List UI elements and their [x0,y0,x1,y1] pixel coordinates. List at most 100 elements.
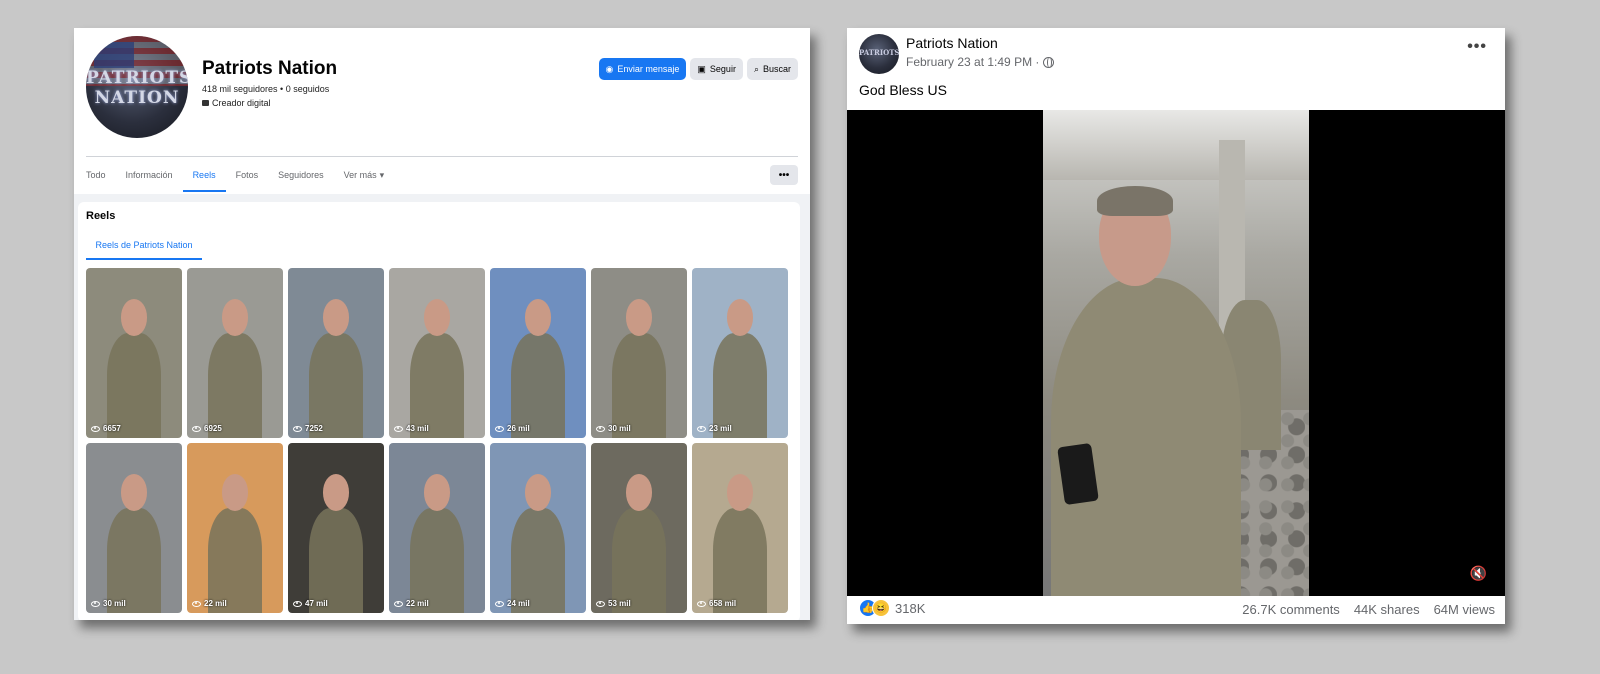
reel-view-count-label: 24 mil [507,599,530,608]
reel-view-count-label: 6925 [204,424,222,433]
tab-label: Seguidores [278,170,324,180]
mute-icon[interactable]: 🔇 [1470,565,1487,582]
reel-thumbnail[interactable]: 26 mil [490,268,586,438]
reel-thumbnail[interactable]: 24 mil [490,443,586,613]
reel-thumbnail-person-body [410,332,464,438]
avatar-logo-text-1: PATRIOTS [86,68,188,88]
reel-thumbnail-person-body [107,332,161,438]
reactions-summary[interactable]: 👍 😆 318K [859,599,925,617]
reel-view-count-label: 43 mil [406,424,429,433]
video-ceiling [1043,110,1309,180]
eye-icon [697,425,706,432]
comments-count[interactable]: 26.7K comments [1242,602,1340,617]
reel-thumbnail[interactable]: 6657 [86,268,182,438]
tab-reels[interactable]: Reels [182,158,226,192]
reel-thumbnail-person-head [221,473,249,511]
post-caption: God Bless US [859,82,947,98]
search-label: Buscar [762,64,791,74]
reel-thumbnail[interactable]: 22 mil [389,443,485,613]
messenger-icon: ◉ [605,63,614,74]
eye-icon [697,600,706,607]
reel-view-count-label: 658 mil [709,599,737,608]
reel-thumbnail[interactable]: 47 mil [288,443,384,613]
haha-reaction-icon: 😆 [872,599,890,617]
reel-thumbnail-person-head [625,298,653,336]
profile-header: PATRIOTS NATION Patriots Nation 418 mil … [74,28,810,156]
search-button[interactable]: ⌕ Buscar [746,58,798,80]
page-category-label: Creador digital [212,98,271,108]
page-category: Creador digital [202,98,271,108]
eye-icon [596,600,605,607]
more-options-button[interactable]: ••• [770,165,798,185]
reel-thumbnail-person-body [208,507,262,613]
reel-thumbnail-person-head [322,298,350,336]
reel-view-count: 22 mil [394,599,429,608]
reel-thumbnail-person-body [612,507,666,613]
reel-thumbnail-person-head [120,473,148,511]
reel-thumbnail-person-body [511,332,565,438]
reel-thumbnail-person-head [423,298,451,336]
tab-seguidores[interactable]: Seguidores [268,158,334,192]
reel-view-count-label: 47 mil [305,599,328,608]
reel-thumbnail[interactable]: 7252 [288,268,384,438]
shares-count[interactable]: 44K shares [1354,602,1420,617]
reel-view-count-label: 30 mil [608,424,631,433]
tab-label: Ver más [343,170,377,180]
post-timestamp[interactable]: February 23 at 1:49 PM · [906,55,1039,69]
reel-thumbnail[interactable]: 22 mil [187,443,283,613]
reel-view-count: 658 mil [697,599,736,608]
reel-view-count-label: 22 mil [406,599,429,608]
reel-view-count-label: 23 mil [709,424,732,433]
reel-thumbnail-person-head [423,473,451,511]
reel-view-count-label: 7252 [305,424,323,433]
eye-icon [495,600,504,607]
reaction-count: 318K [895,600,926,616]
follow-label: Seguir [709,64,736,74]
reel-thumbnail-person-body [713,507,767,613]
reel-thumbnail-person-body [511,507,565,613]
reel-view-count: 26 mil [495,424,530,433]
header-divider [86,156,798,157]
page-title[interactable]: Patriots Nation [202,58,337,80]
reel-thumbnail[interactable]: 658 mil [692,443,788,613]
page-actions: ◉ Enviar mensaje ▣ Seguir ⌕ Buscar [598,58,798,80]
reel-view-count-label: 26 mil [507,424,530,433]
video-soldier-hair [1097,186,1173,216]
page-avatar[interactable]: PATRIOTS NATION [86,36,188,138]
post-author-avatar[interactable]: PATRIOTS [859,34,899,74]
tab-label: Información [125,170,173,180]
reel-thumbnail[interactable]: 30 mil [86,443,182,613]
post-options-button[interactable]: ••• [1467,38,1487,56]
follow-button[interactable]: ▣ Seguir [690,58,743,80]
reel-thumbnail[interactable]: 53 mil [591,443,687,613]
send-message-button[interactable]: ◉ Enviar mensaje [598,58,687,80]
reel-thumbnail-person-head [726,473,754,511]
facebook-post-panel: PATRIOTS Patriots Nation February 23 at … [847,28,1505,624]
views-count: 64M views [1433,602,1495,617]
reel-thumbnail[interactable]: 30 mil [591,268,687,438]
post-avatar-logo-text: PATRIOTS [859,48,899,57]
reel-view-count: 47 mil [293,599,328,608]
reels-subtab[interactable]: Reels de Patriots Nation [86,230,202,260]
video-player[interactable]: 🔇 [847,110,1505,596]
tab-fotos[interactable]: Fotos [226,158,269,192]
reel-thumbnail-person-body [309,507,363,613]
reel-thumbnail[interactable]: 43 mil [389,268,485,438]
avatar-flag-canton [94,42,134,68]
reel-thumbnail-person-head [625,473,653,511]
reel-thumbnail-person-body [713,332,767,438]
reels-card: Reels Reels de Patriots Nation 6657 6925 7… [78,202,800,620]
tab-todo[interactable]: Todo [86,158,116,192]
reel-thumbnail[interactable]: 6925 [187,268,283,438]
reel-thumbnail[interactable]: 23 mil [692,268,788,438]
tab-informacion[interactable]: Información [116,158,183,192]
reel-thumbnail-person-body [612,332,666,438]
post-author-name[interactable]: Patriots Nation [906,35,998,51]
reel-view-count: 6925 [192,424,222,433]
reel-view-count: 24 mil [495,599,530,608]
eye-icon [394,425,403,432]
follower-stats[interactable]: 418 mil seguidores • 0 seguidos [202,84,329,94]
reel-thumbnail-person-head [120,298,148,336]
tab-ver-mas[interactable]: Ver más ▾ [334,158,395,192]
reels-section: Reels Reels de Patriots Nation 6657 6925 7… [74,194,810,620]
